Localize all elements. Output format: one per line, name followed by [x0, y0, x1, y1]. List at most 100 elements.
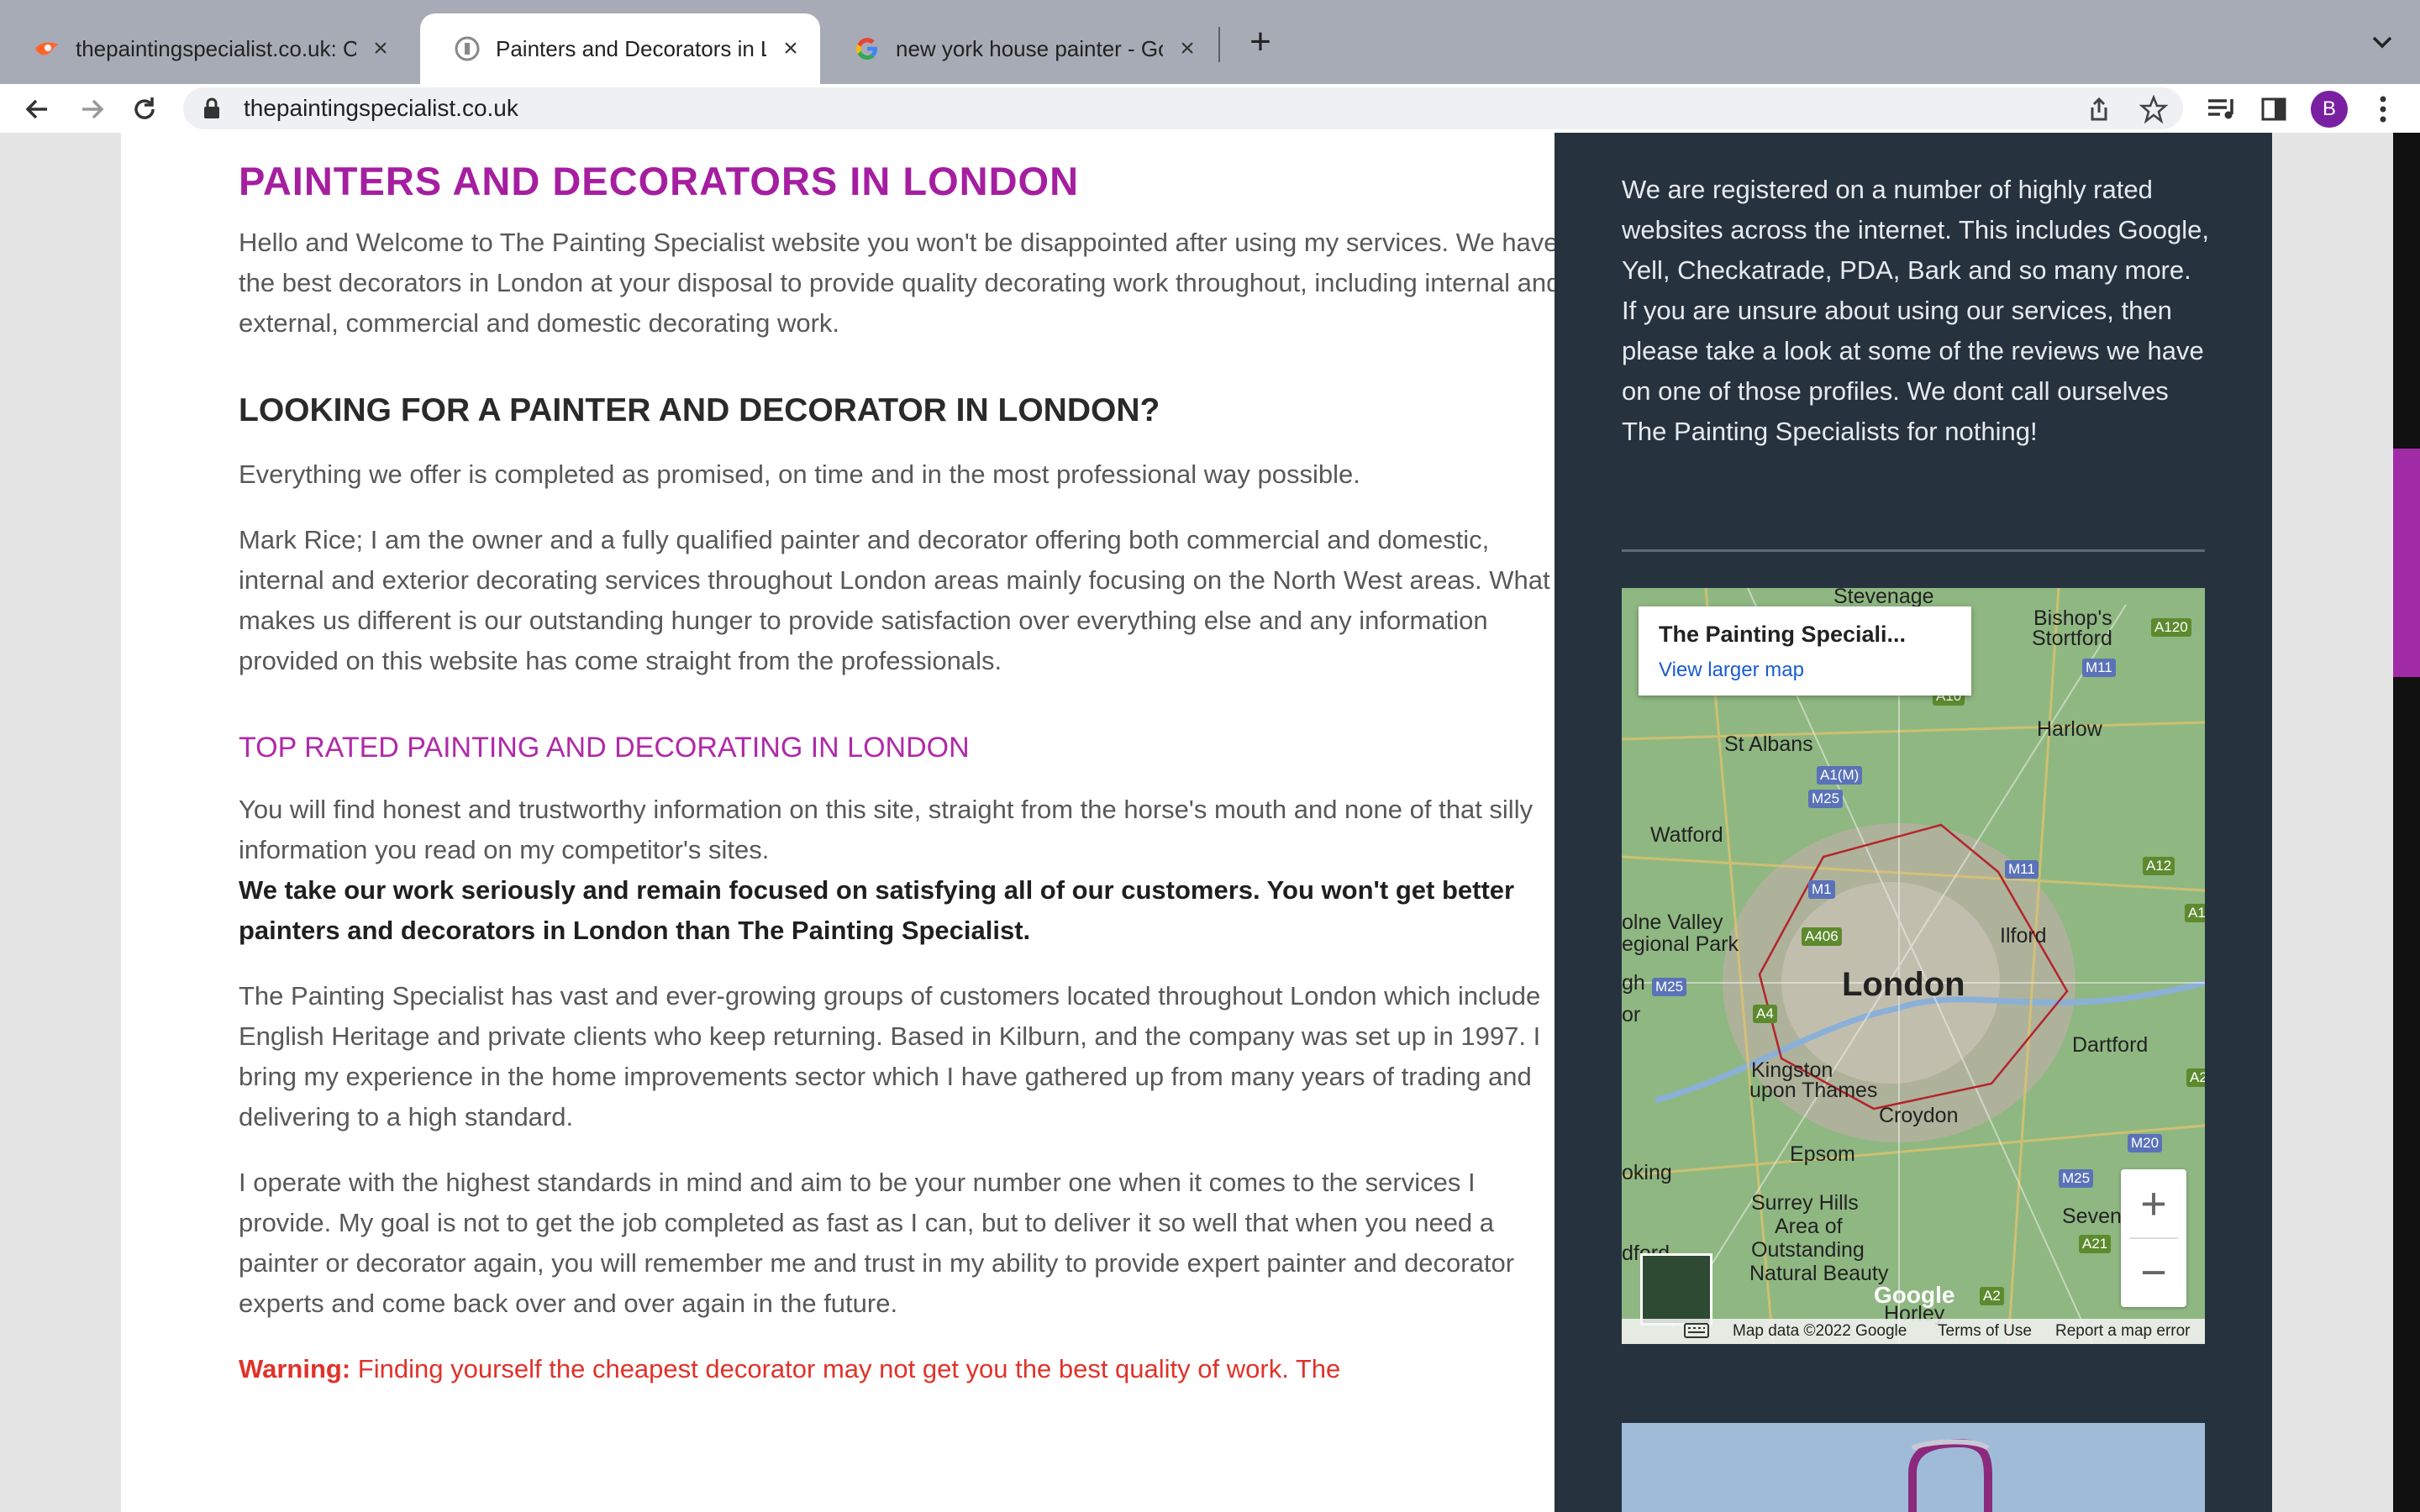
map-label: Stortford — [2032, 627, 2112, 650]
tab-painters[interactable]: Painters and Decorators in Lon × — [420, 13, 820, 84]
road-label: M1 — [1808, 880, 1835, 899]
google-g-icon — [854, 35, 881, 62]
semrush-flame-icon — [34, 35, 60, 62]
paragraph: The Painting Specialist has vast and eve… — [239, 981, 1541, 1131]
map-label: Surrey Hills — [1751, 1191, 1859, 1215]
close-icon[interactable]: × — [1175, 36, 1200, 61]
road-label: A2 — [2186, 1068, 2205, 1087]
back-arrow-icon[interactable] — [20, 92, 54, 126]
share-icon[interactable] — [2082, 92, 2116, 126]
road-label: A1(M) — [1817, 766, 1863, 785]
paragraph: I operate with the highest standards in … — [239, 1168, 1515, 1318]
road-label: M11 — [2082, 659, 2116, 677]
map-label: St Albans — [1724, 732, 1813, 756]
paragraph: You will find honest and trustworthy inf… — [239, 790, 1566, 951]
scrollbar-track[interactable] — [2393, 133, 2420, 1512]
map-label: Watford — [1650, 823, 1723, 847]
road-label: A21 — [2079, 1235, 2112, 1253]
map-label: Harlow — [2037, 717, 2102, 741]
zoom-in-button[interactable]: + — [2121, 1169, 2186, 1238]
map-label-london: London — [1842, 966, 1965, 1003]
tab-google-search[interactable]: new york house painter - Goog × — [820, 13, 1217, 84]
road-label: M25 — [2059, 1169, 2094, 1188]
tab-strip: thepaintingspecialist.co.uk: Co × Painte… — [0, 0, 2420, 84]
sidebar-text: We are registered on a number of highly … — [1622, 175, 2210, 446]
map-label: gh — [1622, 971, 1645, 995]
lock-icon[interactable] — [200, 97, 224, 120]
map-label: Croydon — [1879, 1104, 1959, 1127]
intro-paragraph: Hello and Welcome to The Painting Specia… — [239, 228, 1561, 338]
map-label: Outstanding — [1751, 1238, 1865, 1262]
side-panel-icon[interactable] — [2257, 92, 2291, 126]
address-bar[interactable]: thepaintingspecialist.co.uk — [183, 87, 2183, 129]
forward-arrow-icon[interactable] — [76, 92, 109, 126]
map-label: Natural Beauty — [1749, 1262, 1889, 1285]
close-icon[interactable]: × — [368, 36, 393, 61]
section-heading: LOOKING FOR A PAINTER AND DECORATOR IN L… — [239, 392, 1160, 428]
road-label: M11 — [2005, 860, 2039, 879]
satellite-toggle[interactable] — [1640, 1253, 1712, 1326]
subheading: TOP RATED PAINTING AND DECORATING IN LON… — [239, 732, 970, 764]
browser-toolbar: thepaintingspecialist.co.uk B — [0, 84, 2420, 134]
tab-semrush[interactable]: thepaintingspecialist.co.uk: Co × — [0, 13, 410, 84]
map-footer: Map data ©2022 Google Terms of Use Repor… — [1622, 1319, 2205, 1344]
warning-label: Warning: — [239, 1354, 351, 1383]
tab-separator — [1218, 27, 1220, 62]
embedded-map[interactable]: Stevenage Bishop's Stortford Harlow St A… — [1622, 588, 2205, 1344]
warning-text: Finding yourself the cheapest decorator … — [357, 1354, 1341, 1383]
map-label: or — [1622, 1003, 1641, 1026]
chevron-down-icon[interactable] — [2365, 25, 2399, 59]
map-label: Area of — [1775, 1215, 1843, 1238]
more-vert-icon[interactable] — [2366, 92, 2400, 126]
road-label: M20 — [2128, 1134, 2163, 1152]
map-label: Dartford — [2072, 1033, 2149, 1057]
road-label: A12 — [2143, 857, 2175, 875]
url-text: thepaintingspecialist.co.uk — [244, 95, 518, 121]
map-label: olne Valley — [1622, 911, 1723, 934]
page-viewport: PAINTERS AND DECORATORS IN LONDON Hello … — [0, 133, 2420, 1512]
owner-paragraph: Mark Rice; I am the owner and a fully qu… — [239, 525, 1550, 675]
report-map-error-link[interactable]: Report a map error — [2055, 1322, 2191, 1341]
road-label: A120 — [2151, 618, 2191, 637]
terms-of-use-link[interactable]: Terms of Use — [1938, 1322, 2032, 1341]
paragraph-text: You will find honest and trustworthy inf… — [239, 795, 1534, 864]
view-larger-map-link[interactable]: View larger map — [1659, 659, 1804, 682]
road-label: M25 — [1808, 790, 1844, 808]
road-label: A406 — [1802, 927, 1842, 946]
media-control-icon[interactable] — [2205, 92, 2238, 126]
reload-icon[interactable] — [128, 92, 161, 126]
paragraph: Everything we offer is completed as prom… — [239, 459, 1360, 489]
map-place-name: The Painting Speciali... — [1659, 622, 1907, 647]
tab-title: Painters and Decorators in Lon — [496, 35, 766, 61]
scrollbar-thumb[interactable] — [2393, 449, 2420, 677]
basket-image — [1908, 1438, 1992, 1512]
map-label: oking — [1622, 1161, 1672, 1184]
map-zoom-control: + − — [2121, 1169, 2186, 1307]
main-column: PAINTERS AND DECORATORS IN LONDON Hello … — [121, 133, 1560, 1512]
page-title: PAINTERS AND DECORATORS IN LONDON — [239, 159, 1080, 203]
article: PAINTERS AND DECORATORS IN LONDON Hello … — [239, 158, 1566, 1415]
sidebar: We are registered on a number of highly … — [1555, 133, 2272, 1512]
road-label: A4 — [1753, 1005, 1777, 1023]
warning-paragraph: Warning: Finding yourself the cheapest d… — [239, 1349, 1566, 1389]
map-label: upon Thames — [1749, 1079, 1878, 1102]
star-icon[interactable] — [2137, 92, 2170, 126]
new-tab-button[interactable]: + — [1242, 24, 1279, 62]
tab-title: new york house painter - Goog — [896, 35, 1163, 61]
map-place-card: The Painting Speciali... View larger map — [1639, 606, 1971, 696]
divider — [1622, 549, 2205, 552]
zoom-out-button[interactable]: − — [2121, 1238, 2186, 1307]
close-icon[interactable]: × — [778, 36, 803, 61]
road-label: A2 — [1980, 1287, 2004, 1305]
bold-statement: We take our work seriously and remain fo… — [239, 875, 1515, 945]
map-label: Ilford — [2000, 924, 2047, 948]
map-label: egional Park — [1622, 932, 1739, 956]
map-data-attribution: Map data ©2022 Google — [1733, 1322, 1907, 1340]
avatar[interactable]: B — [2311, 91, 2348, 128]
google-logo: Google — [1874, 1282, 1955, 1308]
road-label: A1 — [2185, 904, 2205, 922]
site-favicon-icon — [454, 35, 481, 62]
road-label: M25 — [1652, 978, 1687, 996]
tab-title: thepaintingspecialist.co.uk: Co — [76, 35, 356, 61]
keyboard-icon[interactable] — [1684, 1322, 1709, 1344]
